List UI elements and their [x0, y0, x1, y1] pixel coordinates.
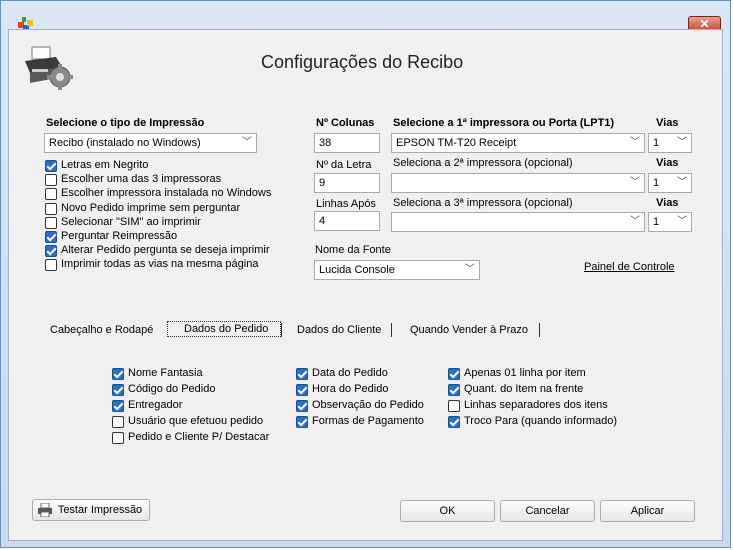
order-field-a5-checkbox[interactable]: [112, 432, 124, 444]
print-type-label: Selecione o tipo de Impressão: [46, 117, 205, 129]
printer2-label: Seleciona a 2ª impressora (opcional): [393, 157, 573, 169]
order-field-c1-checkbox[interactable]: [448, 368, 460, 380]
order-field-b4-checkbox[interactable]: [296, 416, 308, 428]
dialog-title: Configurações do Recibo: [261, 52, 464, 72]
order-field-a4-checkbox[interactable]: [112, 416, 124, 428]
print-option-6-label[interactable]: Perguntar Reimpressão: [61, 230, 177, 242]
order-field-b2-label[interactable]: Hora do Pedido: [312, 383, 388, 395]
printer1-select[interactable]: EPSON TM-T20 Receipt ﹀: [391, 133, 645, 153]
print-option-8-label[interactable]: Imprimir todas as vias na mesma página: [61, 258, 258, 270]
chevron-down-icon: ﹀: [677, 216, 687, 227]
vias-value-3: 1: [653, 216, 660, 228]
order-field-b1-label[interactable]: Data do Pedido: [312, 367, 388, 379]
printer1-label: Selecione a 1ª impressora ou Porta (LPT1…: [393, 117, 615, 129]
chevron-down-icon: ﹀: [677, 177, 687, 188]
order-field-a5-label[interactable]: Pedido e Cliente P/ Destacar: [128, 431, 269, 443]
apply-button[interactable]: Aplicar: [600, 500, 695, 522]
tab-separator: [281, 323, 282, 337]
chevron-down-icon: ﹀: [630, 216, 640, 227]
print-option-5-label[interactable]: Selecionar "SIM" ao imprimir: [61, 216, 201, 228]
order-field-a2-checkbox[interactable]: [112, 384, 124, 396]
order-field-b4-label[interactable]: Formas de Pagamento: [312, 415, 424, 427]
print-option-3-checkbox[interactable]: [45, 188, 57, 201]
printer2-select[interactable]: ﹀: [391, 173, 645, 193]
order-field-a3-checkbox[interactable]: [112, 400, 124, 412]
lines-after-label: Linhas Após: [316, 198, 376, 210]
vias-label-3: Vias: [656, 197, 679, 209]
order-field-c3-label[interactable]: Linhas separadores dos itens: [464, 399, 608, 411]
font-size-input[interactable]: 9: [314, 173, 380, 193]
print-option-6-checkbox[interactable]: [45, 231, 57, 243]
print-option-1-label[interactable]: Letras em Negrito: [61, 159, 148, 171]
order-field-c2-label[interactable]: Quant. do Item na frente: [464, 383, 583, 395]
columns-input[interactable]: 38: [314, 133, 380, 153]
order-field-c4-label[interactable]: Troco Para (quando informado): [464, 415, 617, 427]
title-bar[interactable]: [1, 1, 732, 29]
print-type-value: Recibo (instalado no Windows): [49, 137, 201, 149]
chevron-down-icon: ﹀: [630, 177, 640, 188]
order-field-a4-label[interactable]: Usuário que efetuou pedido: [128, 415, 263, 427]
vias-label-2: Vias: [656, 157, 679, 169]
chevron-down-icon: ﹀: [465, 264, 475, 275]
order-field-a1-label[interactable]: Nome Fantasia: [128, 367, 203, 379]
tab-order-data[interactable]: Dados do Pedido: [184, 323, 268, 335]
order-field-a3-label[interactable]: Entregador: [128, 399, 182, 411]
vias-select-2[interactable]: 1 ﹀: [648, 173, 692, 193]
order-field-c4-checkbox[interactable]: [448, 416, 460, 428]
dialog-client-area: [8, 29, 723, 541]
order-field-b3-label[interactable]: Observação do Pedido: [312, 399, 424, 411]
order-field-b2-checkbox[interactable]: [296, 384, 308, 396]
print-option-3-label[interactable]: Escolher impressora instalada no Windows: [61, 187, 271, 199]
printer-settings-icon: [22, 45, 74, 91]
cancel-button[interactable]: Cancelar: [500, 500, 595, 522]
test-print-label: Testar Impressão: [57, 504, 143, 516]
columns-label: Nº Colunas: [316, 117, 375, 129]
tab-separator: [391, 323, 392, 337]
vias-select-3[interactable]: 1 ﹀: [648, 212, 692, 232]
order-field-c2-checkbox[interactable]: [448, 384, 460, 396]
order-field-b1-checkbox[interactable]: [296, 368, 308, 380]
order-field-b3-checkbox[interactable]: [296, 400, 308, 412]
order-field-a1-checkbox[interactable]: [112, 368, 124, 380]
print-option-5-checkbox[interactable]: [45, 216, 57, 229]
print-option-8-checkbox[interactable]: [45, 259, 57, 272]
control-panel-link[interactable]: Painel de Controle: [584, 261, 675, 273]
chevron-down-icon: ﹀: [630, 137, 640, 148]
order-field-a2-label[interactable]: Código do Pedido: [128, 383, 215, 395]
printer-icon: [37, 502, 53, 524]
tab-customer-data[interactable]: Dados do Cliente: [297, 324, 381, 336]
tab-credit-sale[interactable]: Quando Vender à Prazo: [410, 324, 528, 336]
print-option-7-label[interactable]: Alterar Pedido pergunta se deseja imprim…: [61, 244, 270, 256]
vias-value-1: 1: [653, 137, 660, 149]
vias-label-1: Vias: [656, 117, 679, 129]
print-option-1-checkbox[interactable]: [45, 160, 57, 172]
vias-value-2: 1: [653, 177, 660, 189]
print-option-7-checkbox[interactable]: [45, 245, 57, 258]
font-name-value: Lucida Console: [319, 264, 395, 276]
chevron-down-icon: ﹀: [677, 137, 687, 148]
printer3-select[interactable]: ﹀: [391, 212, 645, 232]
printer3-label: Seleciona a 3ª impressora (opcional): [393, 197, 573, 209]
font-name-label: Nome da Fonte: [315, 244, 391, 256]
font-name-select[interactable]: Lucida Console ﹀: [314, 260, 480, 280]
print-type-select[interactable]: Recibo (instalado no Windows) ﹀: [44, 133, 257, 153]
printer1-value: EPSON TM-T20 Receipt: [396, 137, 517, 149]
lines-after-input[interactable]: 4: [314, 211, 380, 231]
order-field-c3-checkbox[interactable]: [448, 400, 460, 412]
tab-header-footer[interactable]: Cabeçalho e Rodapé: [50, 324, 153, 336]
font-size-label: Nº da Letra: [316, 159, 372, 171]
print-option-4-label[interactable]: Novo Pedido imprime sem perguntar: [61, 202, 240, 214]
print-option-2-label[interactable]: Escolher uma das 3 impressoras: [61, 173, 221, 185]
ok-button[interactable]: OK: [400, 500, 495, 522]
order-field-c1-label[interactable]: Apenas 01 linha por item: [464, 367, 586, 379]
test-print-button[interactable]: Testar Impressão: [32, 499, 150, 521]
print-option-2-checkbox[interactable]: [45, 174, 57, 187]
tab-separator: [539, 323, 540, 337]
print-option-4-checkbox[interactable]: [45, 202, 57, 215]
vias-select-1[interactable]: 1 ﹀: [648, 133, 692, 153]
chevron-down-icon: ﹀: [242, 137, 252, 148]
